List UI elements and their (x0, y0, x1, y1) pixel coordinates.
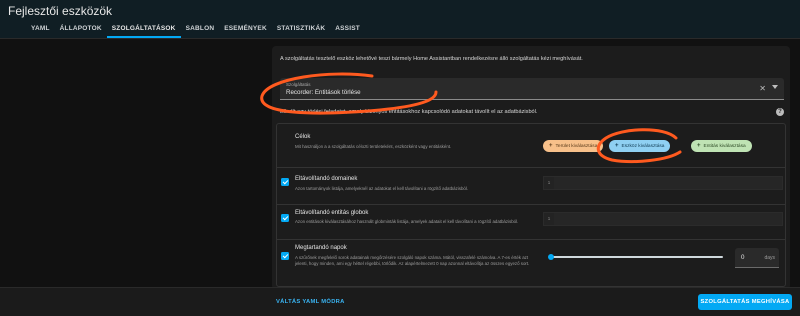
tab-yaml[interactable]: YAML (26, 24, 55, 38)
entity-globs-description: Azon entitások kiválasztásához használt … (295, 219, 519, 224)
service-select-label: Szolgáltatás (286, 82, 311, 87)
chevron-down-icon[interactable] (772, 85, 778, 89)
service-card: A szolgáltatás tesztelő eszköz lehetővé … (272, 46, 790, 290)
service-select[interactable]: Szolgáltatás Recorder: Entitások törlése… (280, 78, 784, 100)
select-entity-label: Entitás kiválasztása (703, 144, 746, 149)
app-header: Fejlesztői eszközök YAML ÁLLAPOTOK SZOLG… (0, 0, 800, 38)
keep-days-slider[interactable] (551, 256, 723, 258)
plus-icon: + (615, 143, 619, 149)
select-device-label: Eszköz kiválasztása (621, 144, 665, 149)
select-entity-chip[interactable]: + Entitás kiválasztása (691, 140, 752, 152)
switch-yaml-mode-button[interactable]: VÁLTÁS YAML MÓDRA (276, 299, 345, 305)
divider (277, 167, 785, 168)
tab-statistics[interactable]: STATISZTIKÁK (272, 24, 330, 38)
targets-description: Mit használjon a a szolgáltatás célozti … (295, 144, 452, 149)
tab-assist[interactable]: ASSIST (330, 24, 365, 38)
line-number: 1 (544, 177, 554, 189)
keep-days-value: 0 (741, 254, 745, 261)
select-area-label: Terület kiválasztása (555, 144, 598, 149)
tab-template[interactable]: SABLON (181, 24, 220, 38)
domains-editor[interactable]: 1 (543, 176, 783, 190)
tab-services[interactable]: SZOLGÁLTATÁSOK (106, 24, 181, 38)
divider (277, 239, 785, 240)
code-line (554, 213, 782, 225)
keep-days-title: Megtartandó napok (295, 245, 347, 251)
select-device-chip[interactable]: + Eszköz kiválasztása (609, 140, 671, 152)
intro-text: A szolgáltatás tesztelő eszköz lehetővé … (280, 56, 583, 62)
footer-bar: VÁLTÁS YAML MÓDRA SZOLGÁLTATÁS MEGHÍVÁSA (0, 287, 800, 316)
entity-globs-editor[interactable]: 1 (543, 212, 783, 226)
service-select-value: Recorder: Entitások törlése (286, 89, 361, 96)
line-number: 1 (544, 213, 554, 225)
targets-title: Célok (295, 134, 311, 140)
divider (277, 204, 785, 205)
entity-globs-checkbox[interactable] (281, 214, 289, 222)
domains-title: Eltávolítandó domainek (295, 176, 358, 182)
tab-events[interactable]: ESEMÉNYEK (219, 24, 272, 38)
domains-description: Azon tartományok listája, amelyeknél az … (295, 186, 469, 191)
service-description: Elindít egy törlési feladatot, amely biz… (280, 109, 538, 115)
page-title: Fejlesztői eszközök (8, 4, 113, 18)
tab-bar: YAML ÁLLAPOTOK SZOLGÁLTATÁSOK SABLON ESE… (26, 24, 365, 38)
plus-icon: + (549, 143, 553, 149)
service-fields: Célok Mit használjon a a szolgáltatás cé… (276, 123, 786, 287)
plus-icon: + (697, 143, 701, 149)
keep-days-input[interactable]: 0 days (735, 248, 779, 268)
slider-handle[interactable] (548, 254, 554, 260)
keep-days-unit: days (764, 255, 775, 261)
select-area-chip[interactable]: + Terület kiválasztása (543, 140, 604, 152)
domains-checkbox[interactable] (281, 178, 289, 186)
close-icon[interactable]: ✕ (759, 84, 766, 93)
tab-states[interactable]: ÁLLAPOTOK (55, 24, 107, 38)
keep-days-description: A szűrőnek megfelelő sorok adatainak meg… (295, 255, 530, 266)
keep-days-checkbox[interactable] (281, 252, 289, 260)
header-divider (0, 38, 800, 39)
call-service-button[interactable]: SZOLGÁLTATÁS MEGHÍVÁSA (698, 294, 792, 310)
entity-globs-title: Eltávolítandó entitás globok (295, 210, 369, 216)
code-line (554, 177, 782, 189)
help-icon[interactable]: ? (776, 108, 784, 116)
